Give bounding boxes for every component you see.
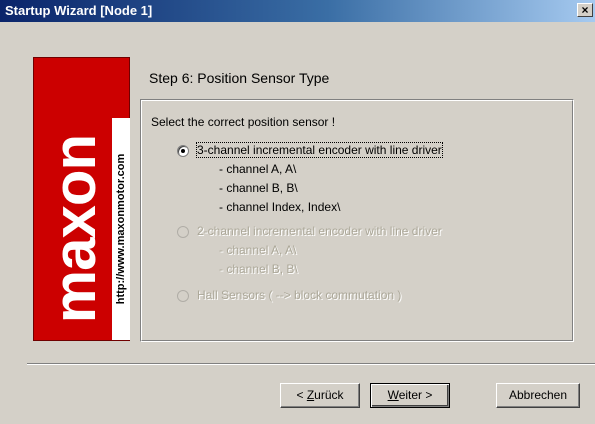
- step-title: Step 6: Position Sensor Type: [149, 70, 330, 86]
- logo-brand-text: maxon: [41, 134, 108, 324]
- next-button-mnemonic: W: [387, 388, 399, 402]
- sensor-prompt: Select the correct position sensor !: [151, 115, 336, 129]
- next-button-label: eiter: [398, 388, 423, 402]
- window-title: Startup Wizard [Node 1]: [5, 3, 153, 18]
- cancel-button[interactable]: Abbrechen: [496, 383, 580, 408]
- option-3-channel-detail: - channel B, B\: [219, 181, 298, 195]
- option-2-channel-label[interactable]: 2-channel incremental encoder with line …: [197, 224, 442, 238]
- button-separator: [27, 363, 595, 365]
- option-2-channel-detail: - channel B, B\: [219, 262, 298, 276]
- close-icon: ×: [581, 3, 589, 17]
- close-button[interactable]: ×: [577, 3, 593, 17]
- radio-hall-sensors[interactable]: [177, 290, 189, 302]
- option-3-channel-label[interactable]: 3-channel incremental encoder with line …: [196, 142, 443, 158]
- next-button[interactable]: Weiter >: [370, 383, 450, 408]
- groupbox-inner: [141, 100, 573, 341]
- option-3-channel-detail: - channel Index, Index\: [219, 200, 341, 214]
- option-3-channel-detail: - channel A, A\: [219, 162, 297, 176]
- next-button-suffix: >: [422, 388, 433, 402]
- radio-3-channel-encoder[interactable]: [177, 145, 189, 157]
- back-button-prefix: <: [296, 388, 307, 402]
- maxon-logo: maxon http://www.maxonmotor.com: [33, 57, 130, 341]
- logo-url-text: http://www.maxonmotor.com: [115, 153, 127, 305]
- option-2-channel-detail: - channel A, A\: [219, 243, 297, 257]
- back-button-label: urück: [314, 388, 344, 402]
- radio-2-channel-encoder[interactable]: [177, 226, 189, 238]
- back-button[interactable]: < Zurück: [280, 383, 360, 408]
- logo-url-strip: http://www.maxonmotor.com: [112, 118, 130, 340]
- title-bar[interactable]: Startup Wizard [Node 1] ×: [0, 0, 595, 22]
- option-hall-sensors-label[interactable]: Hall Sensors ( --> block commutation ): [197, 288, 401, 302]
- radio-selected-dot: [181, 149, 185, 153]
- sensor-groupbox: [140, 99, 574, 342]
- logo-brand: maxon: [41, 118, 108, 340]
